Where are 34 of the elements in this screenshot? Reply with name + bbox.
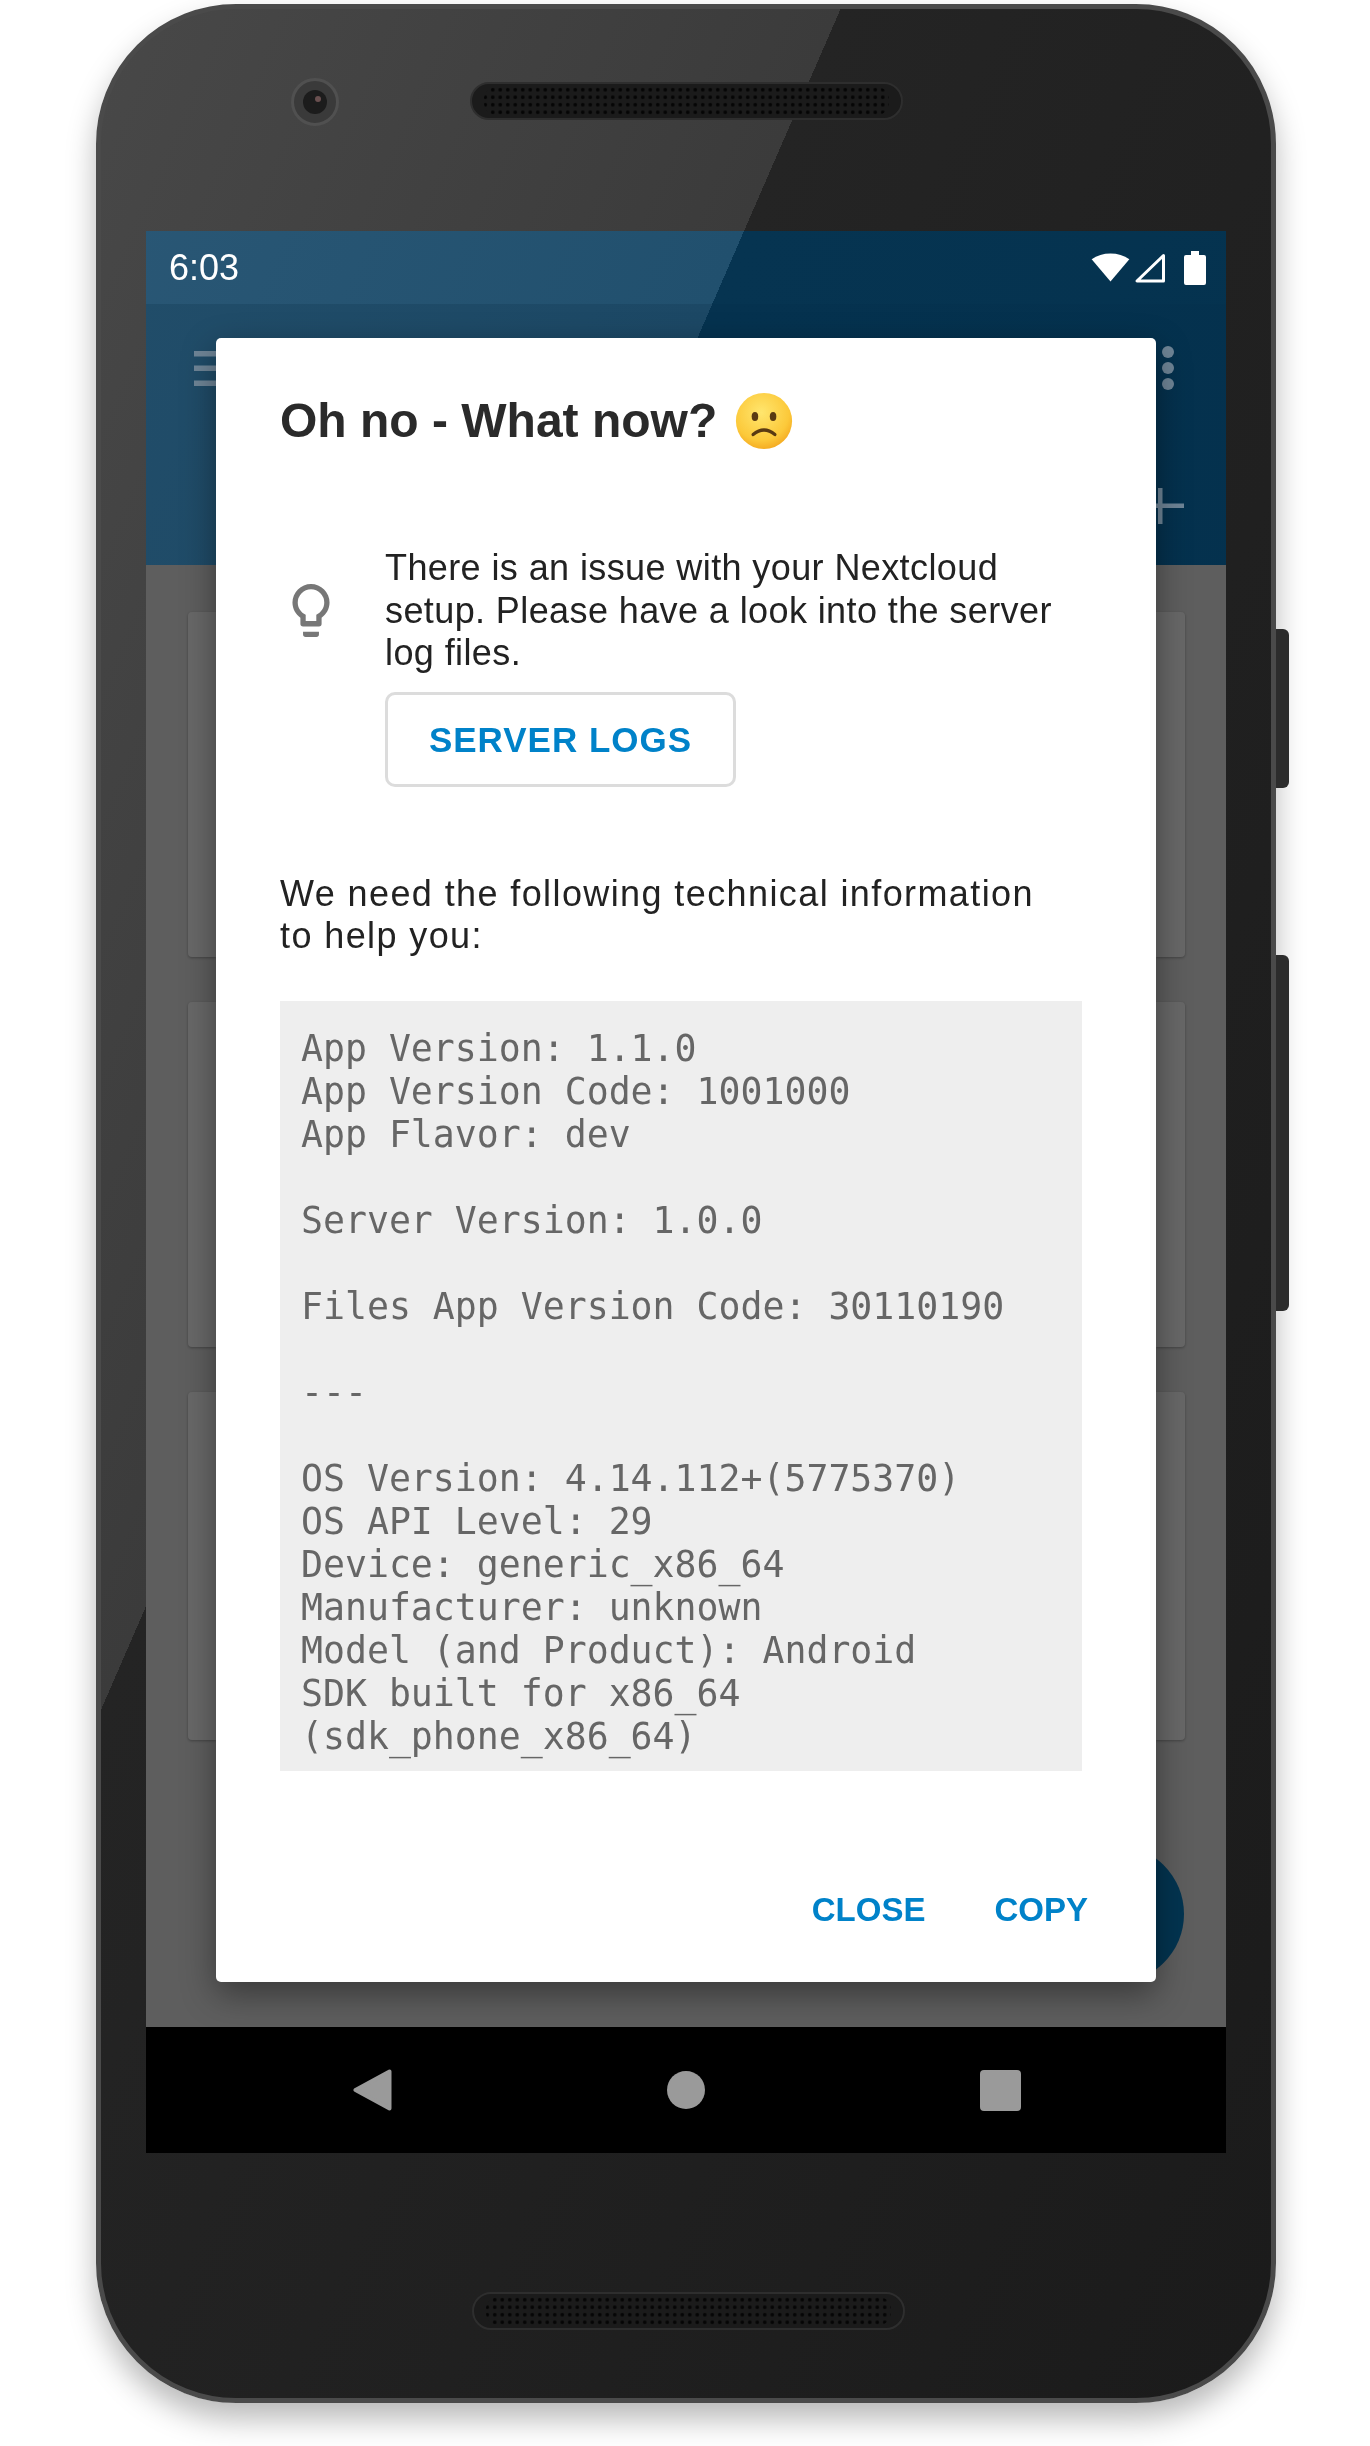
info-line: Model (and Product): Android <box>301 1629 917 1672</box>
info-line: --- <box>301 1371 367 1414</box>
dialog-title: Oh no - What now? <box>280 393 718 449</box>
home-icon[interactable] <box>667 2071 705 2109</box>
wifi-icon <box>1091 253 1130 282</box>
info-line: Files App Version Code: 30110190 <box>301 1285 1005 1328</box>
status-time: 6:03 <box>169 249 240 286</box>
info-line: OS Version: 4.14.112+(5775370) <box>301 1457 961 1500</box>
info-line: (sdk_phone_x86_64) <box>301 1715 697 1758</box>
info-line: OS API Level: 29 <box>301 1500 653 1543</box>
menu-icon[interactable] <box>194 350 216 386</box>
info-line: Manufacturer: unknown <box>301 1586 763 1629</box>
server-logs-button[interactable]: SERVER LOGS <box>385 692 736 787</box>
intro-text: We need the following technical information to help you: <box>280 873 1035 957</box>
more-options-icon[interactable] <box>1162 346 1174 390</box>
info-line: App Flavor: dev <box>301 1113 631 1156</box>
back-icon[interactable] <box>352 2069 392 2111</box>
info-line: Server Version: 1.0.0 <box>301 1199 763 1242</box>
frowning-face-icon <box>735 392 794 450</box>
info-line: Device: generic_x86_64 <box>301 1543 785 1586</box>
speaker-grille-icon <box>470 82 903 120</box>
copy-button[interactable]: COPY <box>973 1862 1109 1958</box>
battery-icon <box>1184 250 1206 285</box>
recents-icon[interactable] <box>979 2069 1021 2111</box>
close-button[interactable]: CLOSE <box>790 1862 947 1958</box>
lightbulb-icon <box>292 584 330 638</box>
signal-icon <box>1134 252 1166 283</box>
camera-lens-icon <box>291 78 339 126</box>
plus-icon[interactable] <box>1156 488 1184 524</box>
info-line: App Version: 1.1.0 <box>301 1027 697 1070</box>
hint-text: There is an issue with your Nextcloud setup. Please have a look into the server log files. <box>385 547 1053 675</box>
speaker-grille-icon <box>472 2292 905 2330</box>
info-line: SDK built for x86_64 <box>301 1672 741 1715</box>
info-line: App Version Code: 1001000 <box>301 1070 851 1113</box>
